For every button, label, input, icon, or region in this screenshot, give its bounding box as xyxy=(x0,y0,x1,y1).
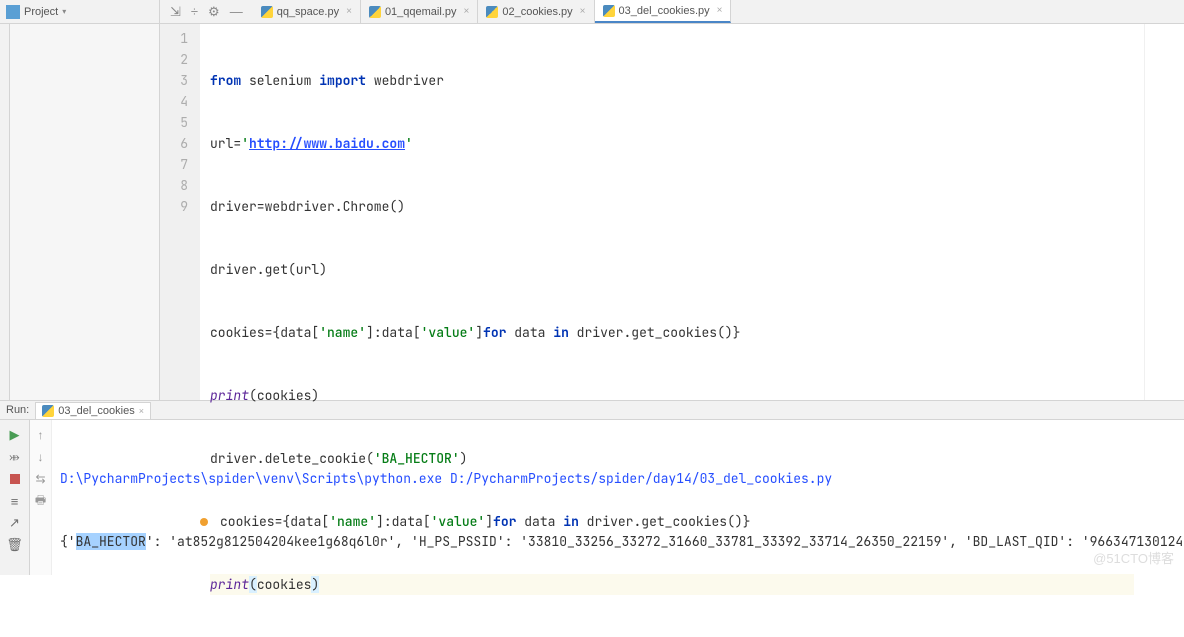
top-bar: Project ▾ ⇲ ÷ ⚙ — qq_space.py× 01_qqemai… xyxy=(0,0,1184,24)
project-toolbar: ⇲ ÷ ⚙ — xyxy=(160,4,253,20)
editor-right-margin xyxy=(1144,24,1184,400)
pin-icon[interactable]: ↗ xyxy=(0,512,29,534)
collapse-icon[interactable]: ÷ xyxy=(191,4,198,19)
expand-icon[interactable]: ⇲ xyxy=(170,4,181,20)
tab-01-qqemail[interactable]: 01_qqemail.py× xyxy=(361,0,478,23)
close-icon[interactable]: × xyxy=(580,6,586,17)
project-panel-header[interactable]: Project ▾ xyxy=(0,0,160,23)
gear-icon[interactable]: ⚙ xyxy=(208,4,220,20)
run-label: Run: xyxy=(6,404,29,416)
tab-02-cookies[interactable]: 02_cookies.py× xyxy=(478,0,594,23)
up-icon[interactable]: ↑ xyxy=(30,424,51,446)
python-icon xyxy=(261,6,273,18)
watermark: @51CTO博客 xyxy=(1093,548,1174,569)
close-icon[interactable]: × xyxy=(139,406,144,416)
close-icon[interactable]: × xyxy=(346,6,352,17)
python-icon xyxy=(603,5,615,17)
chevron-down-icon: ▾ xyxy=(62,7,66,16)
editor-tabs: qq_space.py× 01_qqemail.py× 02_cookies.p… xyxy=(253,0,1184,23)
run-icon[interactable]: ▶ xyxy=(0,424,29,446)
python-icon xyxy=(42,405,54,417)
hide-icon[interactable]: — xyxy=(230,4,243,19)
console-toolbar-sub: ↑ ↓ ⇆ 🖶 xyxy=(30,420,52,575)
console-panel: ▶ ⤕ ≡ ↗ 🗑 ↑ ↓ ⇆ 🖶 D:\PycharmProjects\spi… xyxy=(0,420,1184,575)
layout-icon[interactable]: ≡ xyxy=(0,490,29,512)
debug-icon[interactable]: ⤕ xyxy=(0,446,29,468)
trash-icon[interactable]: 🗑 xyxy=(0,534,29,556)
project-label: Project xyxy=(24,6,58,18)
run-config-tab[interactable]: 03_del_cookies × xyxy=(35,402,151,419)
close-icon[interactable]: × xyxy=(464,6,470,17)
project-icon xyxy=(6,5,20,19)
tab-qq-space[interactable]: qq_space.py× xyxy=(253,0,361,23)
console-output[interactable]: D:\PycharmProjects\spider\venv\Scripts\p… xyxy=(52,420,1184,575)
code-content[interactable]: from selenium import webdriver url='http… xyxy=(200,24,1144,400)
left-gutter-strip xyxy=(0,24,10,400)
python-icon xyxy=(486,6,498,18)
editor: 1 2 3 4 5 6 7 8 9 from selenium import w… xyxy=(160,24,1184,400)
print-icon[interactable]: 🖶 xyxy=(30,490,51,512)
wrap-icon[interactable]: ⇆ xyxy=(30,468,51,490)
close-icon[interactable]: × xyxy=(717,5,723,16)
tab-03-del-cookies[interactable]: 03_del_cookies.py× xyxy=(595,0,732,23)
python-icon xyxy=(369,6,381,18)
console-toolbar-main: ▶ ⤕ ≡ ↗ 🗑 xyxy=(0,420,30,575)
down-icon[interactable]: ↓ xyxy=(30,446,51,468)
stop-icon[interactable] xyxy=(0,468,29,490)
line-gutter: 1 2 3 4 5 6 7 8 9 xyxy=(160,24,200,400)
main-area: 1 2 3 4 5 6 7 8 9 from selenium import w… xyxy=(0,24,1184,400)
project-tree-area[interactable] xyxy=(10,24,160,400)
